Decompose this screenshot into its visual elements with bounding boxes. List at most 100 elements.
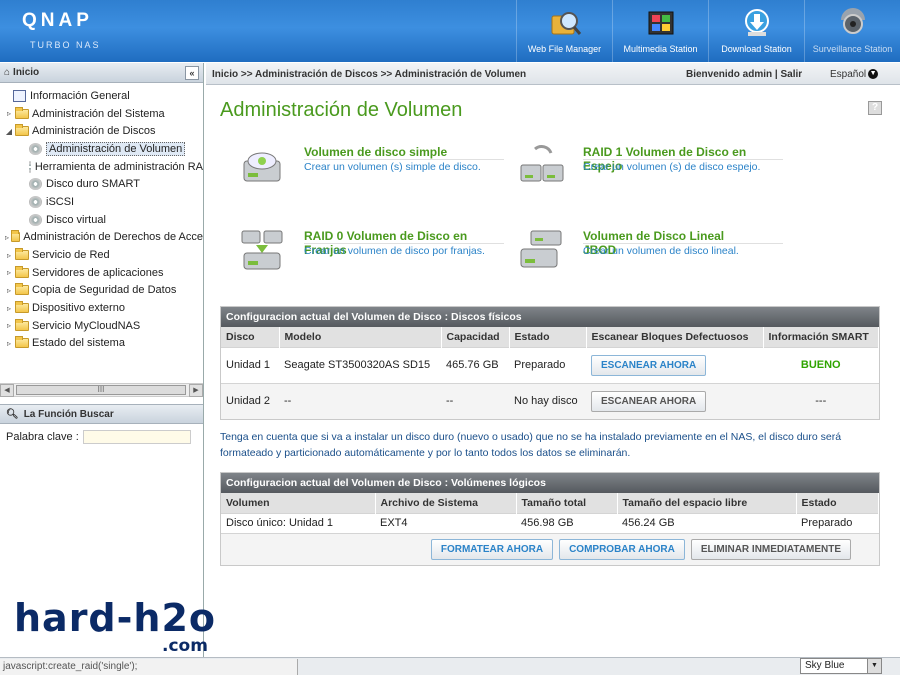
watermark-text: hard-h2o	[14, 596, 217, 640]
expand-arrow-icon[interactable]: ▹	[4, 321, 14, 330]
search-input[interactable]	[82, 430, 191, 444]
qnap-logo: QNAP	[22, 10, 93, 31]
folder-icon	[15, 301, 29, 314]
language-selector[interactable]: Español ▼	[830, 69, 879, 80]
raid0-stripe-icon	[241, 230, 283, 270]
expand-arrow-icon[interactable]: ▹	[4, 251, 14, 260]
table-header-row: Disco Modelo Capacidad Estado Escanear B…	[221, 327, 879, 347]
folder-icon	[15, 106, 29, 119]
table-row: Unidad 2 -- -- No hay disco ESCANEAR AHO…	[221, 382, 879, 419]
surveillance-station-icon	[840, 8, 865, 34]
expand-arrow-icon[interactable]: ▹	[4, 233, 10, 242]
watermark: hard-h2o .com	[14, 596, 244, 658]
option-raid1-volume[interactable]: RAID 1 Volumen de Disco en Espejo Crear …	[517, 139, 783, 189]
collapse-sidebar-button[interactable]: «	[185, 66, 199, 80]
tree-item-administracion-volumen[interactable]: Administración de Volumen	[0, 140, 203, 158]
tree-item-disco-virtual[interactable]: Disco virtual	[0, 211, 203, 229]
disk-icon	[29, 142, 42, 155]
horizontal-scrollbar[interactable]: ◀ III ▶	[0, 383, 203, 397]
tree-item-informacion-general[interactable]: Información General	[0, 87, 203, 105]
iscsi-icon	[29, 195, 42, 208]
tree-item-dispositivo-externo[interactable]: ▹ Dispositivo externo	[0, 299, 203, 317]
folder-icon	[15, 318, 29, 331]
scroll-thumb[interactable]: III	[16, 385, 186, 395]
folder-icon	[15, 265, 29, 278]
navigation-tree: Información General ▹ Administración del …	[0, 83, 203, 383]
collapse-arrow-icon[interactable]: ◢	[4, 127, 14, 136]
smart-status: BUENO	[763, 346, 879, 383]
disk-icon	[29, 178, 42, 191]
breadcrumb: Inicio >> Administración de Discos >> Ad…	[212, 69, 527, 80]
delete-now-button[interactable]: ELIMINAR INMEDIATAMENTE	[690, 539, 851, 560]
welcome-logout-link[interactable]: Bienvenido admin | Salir	[686, 69, 802, 80]
table-header-row: Volumen Archivo de Sistema Tamaño total …	[221, 493, 879, 513]
physical-disks-table: Configuracion actual del Volumen de Disc…	[220, 306, 880, 420]
page-title: Administración de Volumen	[220, 99, 463, 121]
status-bar: javascript:create_raid('single'); Sky Bl…	[0, 657, 900, 675]
tree-item-servidores-aplicaciones[interactable]: ▹ Servidores de aplicaciones	[0, 264, 203, 282]
folder-icon	[15, 248, 29, 261]
table-row: Disco único: Unidad 1 EXT4 456.98 GB 456…	[221, 512, 879, 533]
search-panel-header: 🔍︎ La Función Buscar	[0, 404, 203, 424]
expand-arrow-icon[interactable]: ▹	[4, 268, 14, 277]
sidebar: ⌂ Inicio « Información General ▹ Administ…	[0, 63, 204, 657]
logical-volumes-table: Configuracion actual del Volumen de Disc…	[220, 472, 880, 566]
scroll-right-icon[interactable]: ▶	[189, 384, 203, 397]
tree-item-servicio-red[interactable]: ▹ Servicio de Red	[0, 246, 203, 264]
top-bar: Inicio >> Administración de Discos >> Ad…	[206, 63, 900, 85]
option-single-disk-volume[interactable]: Volumen de disco simple Crear un volumen…	[238, 139, 504, 189]
scan-now-button-disk2[interactable]: ESCANEAR AHORA	[591, 390, 707, 412]
surveillance-station-button[interactable]: Surveillance Station	[804, 0, 900, 62]
folder-icon	[15, 336, 29, 349]
tree-item-derechos-acceso[interactable]: ▹ Administración de Derechos de Acce	[0, 229, 203, 247]
download-station-button[interactable]: Download Station	[708, 0, 804, 62]
table-row: Unidad 1 Seagate ST3500320AS SD15 465.76…	[221, 346, 879, 383]
scroll-left-icon[interactable]: ◀	[0, 384, 14, 397]
check-now-button[interactable]: COMPROBAR AHORA	[559, 539, 685, 560]
smart-status: ---	[763, 382, 879, 419]
multimedia-station-button[interactable]: Multimedia Station	[612, 0, 708, 62]
top-header: QNAP TURBO NAS Web File Manager Multimed…	[0, 0, 900, 62]
volume-actions: FORMATEAR AHORA COMPROBAR AHORA ELIMINAR…	[221, 533, 879, 565]
tree-item-herramienta-raid[interactable]: Herramienta de administración RA	[0, 158, 203, 176]
main-panel: Inicio >> Administración de Discos >> Ad…	[206, 63, 900, 657]
virtual-disk-icon	[29, 213, 42, 226]
folder-icon	[15, 124, 29, 137]
folder-icon	[11, 230, 21, 243]
search-icon: 🔍︎	[6, 408, 19, 420]
tree-item-mycloudnas[interactable]: ▹ Servicio MyCloudNAS	[0, 317, 203, 335]
expand-arrow-icon[interactable]: ▹	[4, 339, 14, 348]
tree-item-disco-smart[interactable]: Disco duro SMART	[0, 175, 203, 193]
expand-arrow-icon[interactable]: ▹	[4, 109, 14, 118]
disk-icon	[29, 160, 31, 173]
status-text: javascript:create_raid('single');	[0, 659, 298, 675]
tree-item-administracion-sistema[interactable]: ▹ Administración del Sistema	[0, 105, 203, 123]
format-now-button[interactable]: FORMATEAR AHORA	[430, 539, 554, 560]
scan-now-button-disk1[interactable]: ESCANEAR AHORA	[591, 354, 707, 376]
sidebar-header: ⌂ Inicio «	[0, 63, 203, 83]
format-warning-note: Tenga en cuenta que si va a instalar un …	[220, 431, 842, 459]
raid1-mirror-icon	[520, 144, 564, 182]
logo-subtitle: TURBO NAS	[30, 40, 101, 50]
tree-item-iscsi[interactable]: iSCSI	[0, 193, 203, 211]
theme-select[interactable]: Sky Blue ▼	[800, 658, 882, 674]
expand-arrow-icon[interactable]: ▹	[4, 286, 14, 295]
help-icon[interactable]: ?	[868, 101, 882, 115]
watermark-domain: .com	[162, 636, 208, 656]
option-raid0-volume[interactable]: RAID 0 Volumen de Disco en Franjas Crear…	[238, 223, 504, 273]
web-file-manager-icon	[551, 12, 581, 35]
search-panel: 🔍︎ La Función Buscar Palabra clave :	[0, 404, 203, 450]
option-jbod-volume[interactable]: Volumen de Disco Lineal JBOD Crear un vo…	[517, 223, 783, 273]
tree-item-copia-seguridad[interactable]: ▹ Copia de Seguridad de Datos	[0, 282, 203, 300]
physical-disks-caption: Configuracion actual del Volumen de Disc…	[221, 307, 879, 327]
logical-volumes-caption: Configuracion actual del Volumen de Disc…	[221, 473, 879, 493]
home-icon: ⌂	[4, 67, 11, 78]
tree-item-estado-sistema[interactable]: ▹ Estado del sistema	[0, 335, 203, 353]
tree-item-administracion-discos[interactable]: ◢ Administración de Discos	[0, 122, 203, 140]
single-disk-icon	[243, 152, 281, 182]
expand-arrow-icon[interactable]: ▹	[4, 304, 14, 313]
sidebar-title: Inicio	[13, 67, 40, 78]
multimedia-station-icon	[648, 11, 673, 35]
chevron-down-icon: ▼	[868, 69, 879, 80]
web-file-manager-button[interactable]: Web File Manager	[516, 0, 612, 62]
